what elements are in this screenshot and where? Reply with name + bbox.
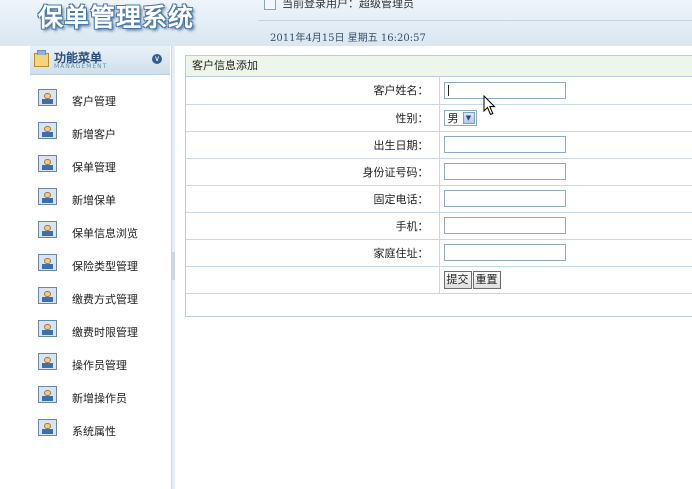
sidebar-item-label[interactable]: 操作员管理 — [72, 357, 127, 373]
sidebar-item-add-customer[interactable]: 新增客户 — [30, 117, 170, 150]
sidebar-item-insurance-type[interactable]: 保险类型管理 — [30, 249, 170, 282]
user-card-icon — [38, 221, 57, 238]
sidebar-item-label[interactable]: 保险类型管理 — [72, 258, 138, 274]
birth-date-label: 出生日期： — [186, 130, 440, 159]
sidebar-item-policy-browse[interactable]: 保单信息浏览 — [30, 216, 170, 249]
sidebar-header: 功能菜单 MANAGEMENT ∨ — [30, 46, 170, 75]
user-card-icon — [38, 419, 57, 436]
customer-form-panel: 客户信息添加 客户姓名： 性别： 男 ▼ 出生日期： 身份证号码： 固定电话： 手… — [185, 55, 692, 317]
sidebar-item-payment-period[interactable]: 缴费时限管理 — [30, 315, 170, 348]
sidebar-item-system-properties[interactable]: 系统属性 — [30, 414, 170, 447]
user-card-icon — [38, 188, 57, 205]
address-input[interactable] — [443, 244, 566, 261]
id-card-label: 身份证号码： — [186, 157, 440, 186]
address-label: 家庭住址： — [186, 238, 440, 267]
sidebar-item-operator-management[interactable]: 操作员管理 — [30, 348, 170, 381]
splitter-grip[interactable] — [171, 252, 175, 280]
user-card-icon — [38, 122, 57, 139]
form-row-gender: 性别： 男 ▼ — [186, 103, 692, 132]
app-title: 保单管理系统 — [38, 3, 195, 32]
sidebar-item-add-operator[interactable]: 新增操作员 — [30, 381, 170, 414]
panel-title: 客户信息添加 — [186, 56, 692, 77]
header-bar: 保单管理系统 当前登录用户：超级管理员 2011年4月15日 星期五 16:20… — [0, 0, 692, 46]
sidebar-item-label[interactable]: 保单信息浏览 — [72, 225, 138, 241]
gender-select[interactable]: 男 ▼ — [443, 109, 477, 126]
form-row-mobile: 手机： — [186, 211, 692, 240]
user-card-icon — [38, 386, 57, 403]
user-card-icon — [38, 353, 57, 370]
text-caret — [447, 84, 449, 96]
form-row-actions: 提交 重置 — [186, 265, 692, 294]
name-label: 客户姓名： — [186, 77, 440, 105]
sidebar-item-add-policy[interactable]: 新增保单 — [30, 183, 170, 216]
customer-name-input[interactable] — [443, 81, 566, 99]
sidebar-item-label[interactable]: 新增保单 — [72, 192, 116, 208]
reset-button[interactable]: 重置 — [472, 270, 501, 289]
sidebar-item-label[interactable]: 保单管理 — [72, 159, 116, 175]
user-icon — [264, 0, 276, 10]
header-divider — [258, 20, 692, 21]
sidebar-item-label[interactable]: 新增操作员 — [72, 390, 127, 406]
user-card-icon — [38, 155, 57, 172]
phone-input[interactable] — [443, 190, 566, 207]
mobile-label: 手机： — [186, 211, 440, 240]
sidebar: 功能菜单 MANAGEMENT ∨ 客户管理 新增客户 保单管理 新增保单 保单… — [30, 46, 170, 489]
mouse-pointer-icon — [483, 95, 496, 116]
sidebar-menu: 客户管理 新增客户 保单管理 新增保单 保单信息浏览 保险类型管理 缴费方式管理… — [30, 84, 170, 447]
user-card-icon — [38, 89, 57, 106]
sidebar-item-label[interactable]: 新增客户 — [72, 126, 116, 142]
chevron-double-down-icon[interactable]: ∨ — [152, 54, 162, 64]
sidebar-item-label[interactable]: 缴费时限管理 — [72, 324, 138, 340]
current-user-info: 当前登录用户：超级管理员 — [264, 0, 414, 11]
id-card-input[interactable] — [443, 163, 566, 180]
current-datetime: 2011年4月15日 星期五 16:20:57 — [270, 33, 426, 44]
user-card-icon — [38, 287, 57, 304]
submit-button[interactable]: 提交 — [443, 270, 472, 289]
sidebar-item-policy-management[interactable]: 保单管理 — [30, 150, 170, 183]
customer-form-table: 客户姓名： 性别： 男 ▼ 出生日期： 身份证号码： 固定电话： 手机： 家庭住址… — [186, 77, 692, 294]
current-user-label: 当前登录用户：超级管理员 — [282, 0, 414, 10]
form-row-address: 家庭住址： — [186, 238, 692, 267]
sidebar-item-label[interactable]: 客户管理 — [72, 93, 116, 109]
phone-label: 固定电话： — [186, 184, 440, 213]
gender-label: 性别： — [186, 103, 440, 132]
birth-date-input[interactable] — [443, 136, 566, 153]
sidebar-item-label[interactable]: 缴费方式管理 — [72, 291, 138, 307]
sidebar-item-customer-management[interactable]: 客户管理 — [30, 84, 170, 117]
form-row-birth: 出生日期： — [186, 130, 692, 159]
user-card-icon — [38, 320, 57, 337]
form-row-phone: 固定电话： — [186, 184, 692, 213]
form-row-idcard: 身份证号码： — [186, 157, 692, 186]
gender-selected-value: 男 — [447, 111, 459, 125]
actions-spacer — [186, 265, 440, 294]
sidebar-subtitle: MANAGEMENT — [54, 63, 108, 70]
sidebar-item-payment-method[interactable]: 缴费方式管理 — [30, 282, 170, 315]
menu-box-icon — [34, 50, 49, 67]
form-row-name: 客户姓名： — [186, 77, 692, 105]
sidebar-item-label[interactable]: 系统属性 — [72, 423, 116, 439]
user-card-icon — [38, 254, 57, 271]
mobile-input[interactable] — [443, 217, 566, 234]
chevron-down-icon[interactable]: ▼ — [462, 111, 475, 124]
